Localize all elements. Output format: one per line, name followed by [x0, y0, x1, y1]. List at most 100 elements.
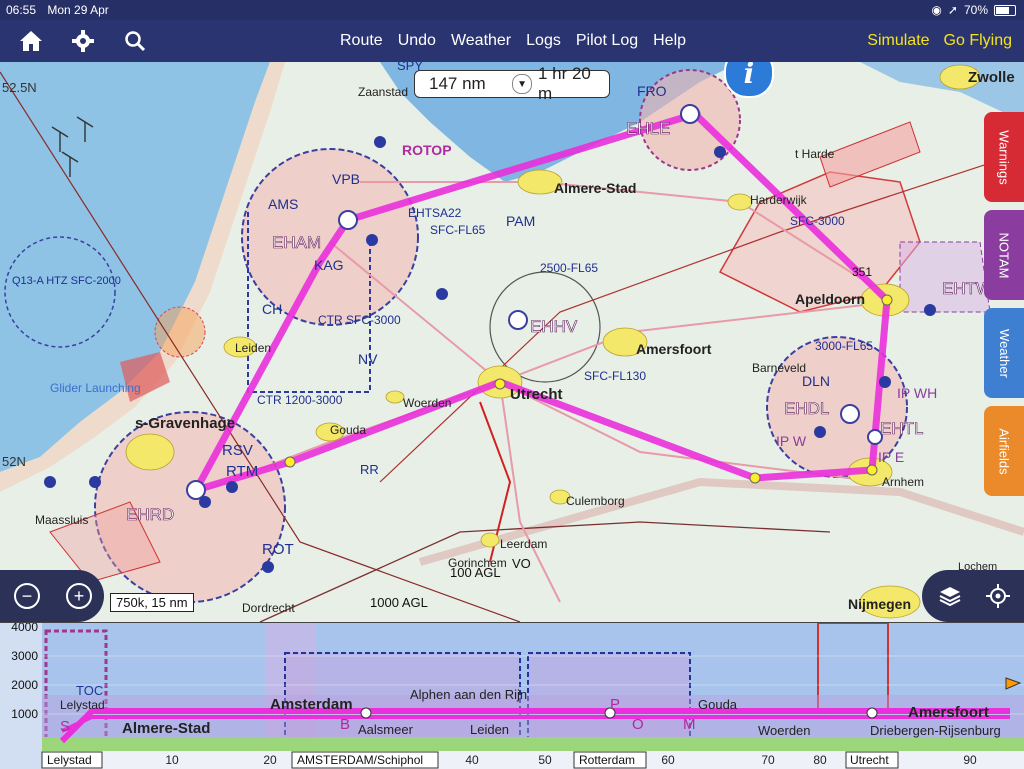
battery-percent: 70%: [963, 3, 988, 17]
layers-icon[interactable]: [936, 582, 964, 610]
label-100-agl: 100 AGL: [450, 565, 501, 580]
chevron-down-icon[interactable]: ▼: [512, 74, 532, 94]
profile-label-amsterdam: Amsterdam: [270, 696, 353, 713]
status-time: 06:55: [6, 3, 37, 17]
tab-notam[interactable]: NOTAM: [984, 210, 1024, 300]
menu-pilot-log[interactable]: Pilot Log: [576, 32, 638, 50]
map-view[interactable]: Almere-Stad Amersfoort Utrecht Apeldoorn…: [0, 62, 1024, 622]
main-toolbar: Route Undo Weather Logs Pilot Log Help S…: [0, 20, 1024, 62]
label-glider: Glider Launching: [50, 381, 141, 395]
city-barneveld: Barneveld: [752, 361, 806, 375]
airfield-ehle: EHLE: [626, 119, 670, 138]
label-2500-fl65: 2500-FL65: [540, 261, 598, 275]
airfield-ehdl: EHDL: [784, 399, 829, 418]
city-leerdam: Leerdam: [500, 537, 547, 551]
tab-weather[interactable]: Weather: [984, 308, 1024, 398]
label-rtm: RTM: [226, 463, 258, 480]
x-tick-50: 50: [538, 753, 552, 767]
x-tick-90: 90: [963, 753, 977, 767]
tab-airfields[interactable]: Airfields: [984, 406, 1024, 496]
label-sfc-fl65: SFC-FL65: [430, 223, 486, 237]
city-maassluis: Maassluis: [35, 513, 88, 527]
route-summary[interactable]: 147 nm ▼ 1 hr 20 m: [414, 64, 610, 103]
y-tick-4000: 4000: [11, 623, 38, 634]
label-sfc-fl130: SFC-FL130: [584, 369, 646, 383]
city-amersfoort: Amersfoort: [636, 341, 712, 357]
label-ch: CH: [262, 301, 282, 317]
profile-label-o: O: [632, 716, 644, 733]
battery-icon: [994, 4, 1016, 16]
label-vpb: VPB: [332, 171, 360, 187]
menu-undo[interactable]: Undo: [398, 32, 436, 50]
label-vo: VO: [512, 556, 531, 571]
x-tick-80: 80: [813, 753, 827, 767]
map-controls-right: [922, 570, 1024, 622]
tma-boundary: [379, 151, 1024, 483]
profile-label-leiden: Leiden: [470, 722, 509, 737]
go-flying-button[interactable]: Go Flying: [944, 32, 1012, 50]
menu-route[interactable]: Route: [340, 32, 383, 50]
crosshair-icon[interactable]: [984, 582, 1012, 610]
latitude-52-5: 52.5N: [2, 80, 37, 95]
city-t-harde: t Harde: [795, 147, 835, 161]
city-culemborg: Culemborg: [566, 494, 625, 508]
profile-label-aalsmeer: Aalsmeer: [358, 722, 414, 737]
wp-schiphol: AMSTERDAM/Schiphol: [297, 753, 423, 767]
y-tick-2000: 2000: [11, 678, 38, 692]
label-pam: PAM: [506, 213, 535, 229]
city-utrecht: Utrecht: [510, 386, 563, 403]
profile-label-almere: Almere-Stad: [122, 720, 210, 737]
label-ctr-sfc-3000: CTR SFC-3000: [318, 313, 401, 327]
city-zwolle: Zwolle: [968, 69, 1015, 86]
eham-ctr: [241, 148, 419, 326]
minus-circle-icon[interactable]: −: [14, 583, 40, 609]
profile-label-toc: TOC: [76, 683, 103, 698]
wp-rotterdam: Rotterdam: [579, 753, 635, 767]
profile-chart: 1000 2000 3000 4000 TOC Lelystad Almere-…: [11, 623, 1024, 769]
x-tick-10: 10: [165, 753, 179, 767]
eht-zone: [899, 241, 991, 313]
y-tick-3000: 3000: [11, 649, 38, 663]
orientation-lock-icon: ◉: [931, 3, 942, 17]
label-sfc-3000: SFC-3000: [790, 214, 845, 228]
profile-label-b: B: [340, 716, 350, 733]
profile-label-gouda: Gouda: [698, 697, 738, 712]
label-ctr-1200-3000: CTR 1200-3000: [257, 393, 343, 407]
gear-icon[interactable]: [68, 26, 98, 56]
north-sea: [0, 62, 270, 472]
wp-utrecht: Utrecht: [850, 753, 889, 767]
home-icon[interactable]: [16, 26, 46, 56]
route-distance: 147 nm: [429, 74, 486, 93]
label-nv: NV: [358, 351, 378, 367]
airfield-eham: EHAM: [272, 233, 321, 252]
profile-label-alphen: Alphen aan den Rijn: [410, 687, 527, 702]
latitude-52: 52N: [2, 454, 26, 469]
tab-warnings[interactable]: Warnings: [984, 112, 1024, 202]
airfield-ehrd: EHRD: [126, 505, 174, 524]
profile-label-amersfoort: Amersfoort: [908, 704, 989, 721]
label-rot: ROT: [262, 541, 294, 558]
label-351: 351: [852, 265, 872, 279]
vertical-profile[interactable]: 1000 2000 3000 4000 TOC Lelystad Almere-…: [0, 622, 1024, 769]
label-q13: Q13-A HTZ SFC-2000: [12, 275, 121, 287]
airfield-ehtl: EHTL: [880, 419, 923, 438]
profile-label-p: P: [610, 696, 620, 713]
search-icon[interactable]: [120, 26, 150, 56]
menu-help[interactable]: Help: [653, 32, 686, 50]
label-fro: FRO: [637, 83, 667, 99]
terrain: [42, 737, 1024, 751]
glider-zone: [154, 306, 206, 358]
city-zaanstad: Zaanstad: [358, 85, 408, 99]
menu-weather[interactable]: Weather: [451, 32, 511, 50]
chart-map: Almere-Stad Amersfoort Utrecht Apeldoorn…: [0, 62, 1024, 622]
city-almere: Almere-Stad: [554, 180, 636, 196]
label-ehtsa22: EHTSA22: [408, 206, 462, 220]
menu-logs[interactable]: Logs: [526, 32, 561, 50]
simulate-button[interactable]: Simulate: [867, 32, 929, 50]
plus-circle-icon[interactable]: +: [66, 583, 92, 609]
profile-label-lelystad: Lelystad: [60, 698, 105, 712]
profile-label-m: M: [683, 716, 696, 733]
profile-label-s: S: [60, 718, 70, 735]
label-kag: KAG: [314, 257, 344, 273]
label-dln: DLN: [802, 373, 830, 389]
